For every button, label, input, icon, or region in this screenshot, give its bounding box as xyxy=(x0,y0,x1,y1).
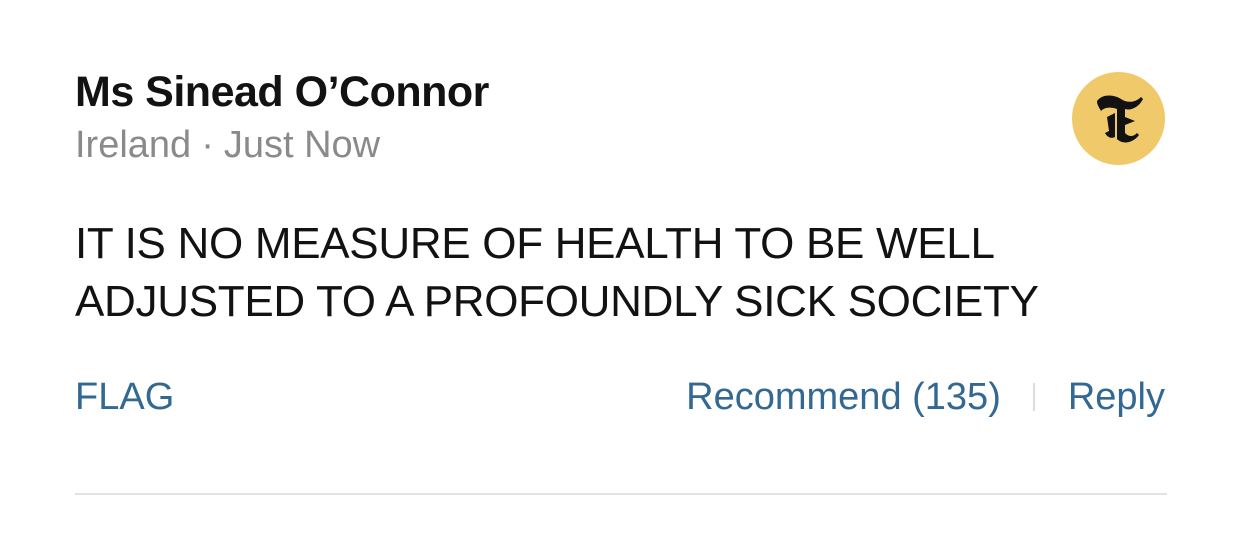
comment-card: Ms Sinead O’Connor Ireland · Just Now IT I… xyxy=(0,0,1242,539)
comment-divider xyxy=(75,493,1167,495)
author-name: Ms Sinead O’Connor xyxy=(75,68,489,116)
reply-button[interactable]: Reply xyxy=(1068,372,1165,422)
nyt-logo-icon xyxy=(1072,72,1165,165)
actions-divider xyxy=(1032,383,1035,411)
nyt-logo-glyph xyxy=(1096,95,1143,142)
comment-actions-right: Recommend (135) Reply xyxy=(686,372,1165,422)
meta-separator: · xyxy=(201,124,214,166)
comment-actions: FLAG Recommend (135) Reply xyxy=(75,372,1165,422)
recommend-button[interactable]: Recommend (135) xyxy=(686,372,1001,422)
comment-timestamp: Just Now xyxy=(223,124,381,166)
comment-body: IT IS NO MEASURE OF HEALTH TO BE WELL AD… xyxy=(75,219,1039,326)
comment-meta: Ireland · Just Now xyxy=(75,122,380,168)
author-location: Ireland xyxy=(75,124,192,166)
flag-button[interactable]: FLAG xyxy=(75,372,174,422)
